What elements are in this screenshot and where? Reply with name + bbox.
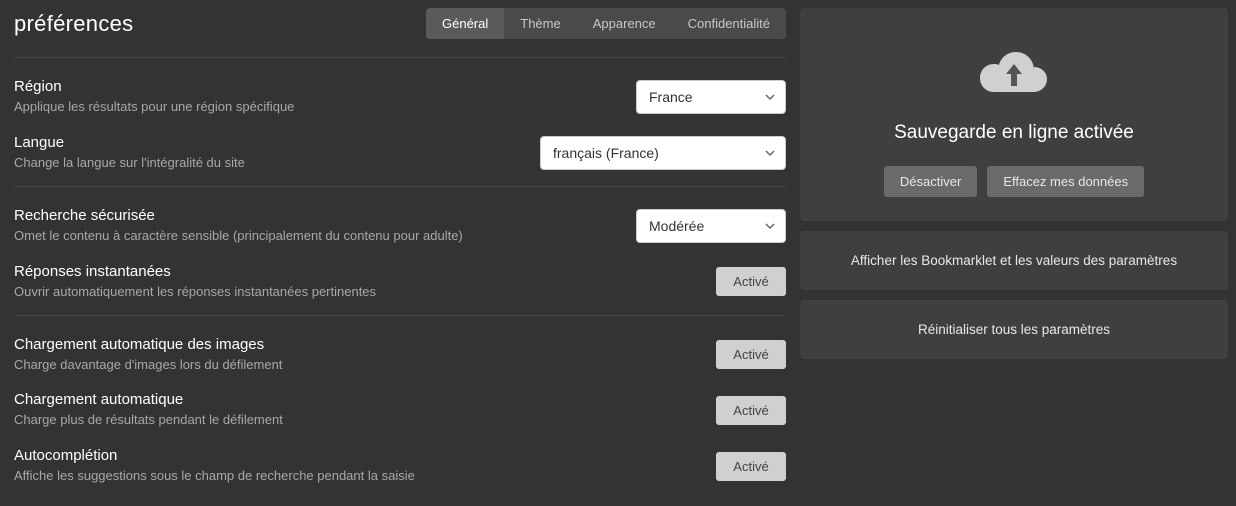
chevron-down-icon xyxy=(765,148,775,158)
cloud-save-card: Sauvegarde en ligne activée Désactiver E… xyxy=(800,8,1228,221)
autoimg-toggle[interactable]: Activé xyxy=(716,340,786,369)
bookmarklet-link[interactable]: Afficher les Bookmarklet et les valeurs … xyxy=(800,231,1228,290)
safesearch-select[interactable]: Modérée xyxy=(636,209,786,243)
language-desc: Change la langue sur l'intégralité du si… xyxy=(14,155,520,172)
chevron-down-icon xyxy=(765,221,775,231)
cloud-save-title: Sauvegarde en ligne activée xyxy=(820,122,1208,144)
safesearch-value: Modérée xyxy=(649,218,704,234)
instant-toggle[interactable]: Activé xyxy=(716,267,786,296)
language-value: français (France) xyxy=(553,145,659,161)
reset-all-link[interactable]: Réinitialiser tous les paramètres xyxy=(800,300,1228,359)
language-title: Langue xyxy=(14,134,520,151)
disable-button[interactable]: Désactiver xyxy=(884,166,977,197)
instant-desc: Ouvrir automatiquement les réponses inst… xyxy=(14,284,696,301)
safesearch-desc: Omet le contenu à caractère sensible (pr… xyxy=(14,228,616,245)
autoload-desc: Charge plus de résultats pendant le défi… xyxy=(14,412,696,429)
autoload-toggle[interactable]: Activé xyxy=(716,396,786,425)
region-title: Région xyxy=(14,78,616,95)
autoimg-desc: Charge davantage d'images lors du défile… xyxy=(14,357,696,374)
autocomplete-title: Autocomplétion xyxy=(14,447,696,464)
erase-data-button[interactable]: Effacez mes données xyxy=(987,166,1144,197)
chevron-down-icon xyxy=(765,92,775,102)
page-title: préférences xyxy=(14,11,133,37)
tab-theme[interactable]: Thème xyxy=(504,8,576,39)
region-desc: Applique les résultats pour une région s… xyxy=(14,99,616,116)
safesearch-title: Recherche sécurisée xyxy=(14,207,616,224)
cloud-upload-icon xyxy=(978,48,1050,98)
autoload-title: Chargement automatique xyxy=(14,391,696,408)
region-value: France xyxy=(649,89,693,105)
tab-general[interactable]: Général xyxy=(426,8,504,39)
autoimg-title: Chargement automatique des images xyxy=(14,336,696,353)
autocomplete-desc: Affiche les suggestions sous le champ de… xyxy=(14,468,696,485)
instant-title: Réponses instantanées xyxy=(14,263,696,280)
autocomplete-toggle[interactable]: Activé xyxy=(716,452,786,481)
tab-appearance[interactable]: Apparence xyxy=(577,8,672,39)
region-select[interactable]: France xyxy=(636,80,786,114)
tabs: Général Thème Apparence Confidentialité xyxy=(426,8,786,39)
tab-privacy[interactable]: Confidentialité xyxy=(672,8,786,39)
language-select[interactable]: français (France) xyxy=(540,136,786,170)
